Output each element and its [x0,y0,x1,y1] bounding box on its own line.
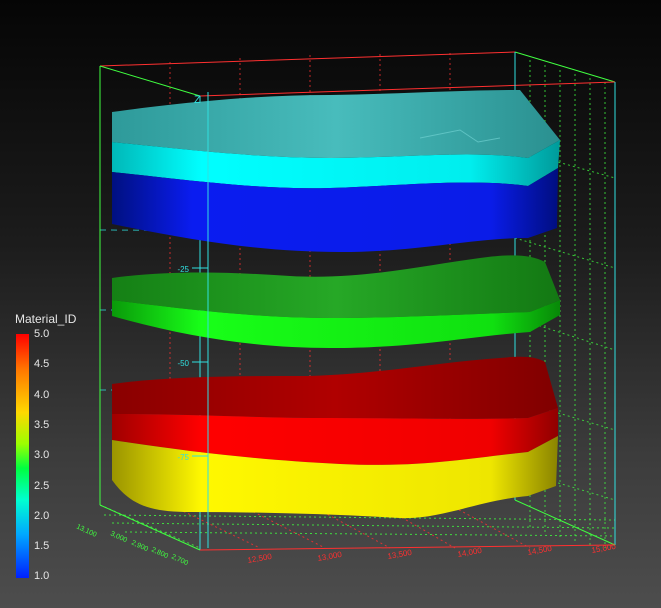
legend-tick: 1.0 [34,570,50,582]
top-layer-upper-surface [112,90,560,158]
legend-tick: 1.5 [34,540,50,552]
legend-tick: 3.5 [34,419,50,431]
legend-title: Material_ID [15,312,77,326]
y-tick-label: 3,000 [109,530,128,544]
z-tick-label: -25 [177,265,189,274]
legend-tick: 2.0 [34,510,50,522]
y-axis-ticks: 13,100 3,000 2,900 2,800 2,700 [75,523,189,567]
color-legend: Material_ID 5.0 4.5 4.0 3.5 3.0 2.5 2.0 … [0,308,90,598]
top-layer[interactable] [112,90,560,252]
legend-tick: 4.5 [34,358,50,370]
3d-viewport[interactable]: Z -25 -50 -75 12,500 13,000 13,500 14,00… [0,0,661,608]
z-tick-label: -50 [177,359,189,368]
x-tick-label: 13,000 [317,550,343,563]
x-tick-label: 13,500 [387,548,413,561]
x-tick-label: 12,500 [247,552,273,565]
y-tick-label: 2,700 [170,553,189,567]
z-tick-label: -75 [177,453,189,462]
bottom-layer[interactable] [112,356,558,519]
legend-tick: 3.0 [34,449,50,461]
legend-color-bar [16,334,29,578]
legend-tick: 2.5 [34,480,50,492]
legend-tick: 5.0 [34,328,50,340]
legend-tick: 4.0 [34,389,50,401]
z-axis-label: Z [194,94,201,106]
y-tick-label: 2,800 [150,546,169,560]
x-tick-label: 15,000 [591,542,617,555]
x-tick-label: 14,000 [457,546,483,559]
y-tick-label: 2,900 [130,539,149,553]
